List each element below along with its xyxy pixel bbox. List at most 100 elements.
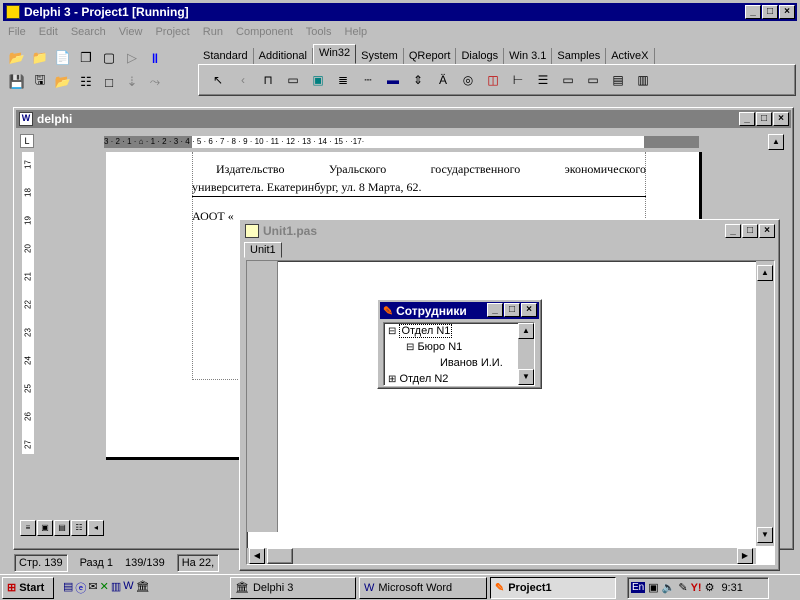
form-close-button[interactable]: × xyxy=(521,303,537,317)
open-file-icon[interactable]: 📁 xyxy=(29,48,51,68)
palette-tab-dialogs[interactable]: Dialogs xyxy=(456,48,505,64)
unit-maximize-button[interactable]: □ xyxy=(742,224,758,238)
palette-tab-qreport[interactable]: QReport xyxy=(404,48,457,64)
form-minimize-button[interactable]: _ xyxy=(487,303,503,317)
ide-titlebar[interactable]: Delphi 3 - Project1 [Running] _ □ × xyxy=(3,3,797,21)
editor-scroll-up-icon[interactable]: ▲ xyxy=(757,265,773,281)
unit-close-button[interactable]: × xyxy=(759,224,775,238)
task-delphi[interactable]: 🏛 Delphi 3 xyxy=(230,576,356,599)
run-icon[interactable]: ▷ xyxy=(121,48,143,68)
minimize-button[interactable]: _ xyxy=(745,5,761,19)
palette-tab-samples[interactable]: Samples xyxy=(552,48,607,64)
document-text[interactable]: Издательство Уральского государственного… xyxy=(192,160,646,225)
palette-tab-win32[interactable]: Win32 xyxy=(312,44,357,64)
save-all-icon[interactable]: 💾 xyxy=(6,72,28,92)
start-button[interactable]: ⊞ Start xyxy=(2,576,54,599)
pointer-icon[interactable]: ↖ xyxy=(207,69,229,91)
tree-node[interactable]: ⊟ Отдел N1 xyxy=(384,323,534,339)
form-titlebar[interactable]: ✎ Сотрудники _ □ × xyxy=(380,302,539,319)
step-over-icon[interactable]: ⤳ xyxy=(144,72,166,92)
datetimepicker-icon[interactable]: ◫ xyxy=(482,69,504,91)
open-project-icon[interactable]: 📂 xyxy=(6,48,28,68)
word-minimize-button[interactable]: _ xyxy=(739,112,755,126)
tree-node[interactable]: ⊞ Отдел N2 xyxy=(384,371,534,385)
close-button[interactable]: × xyxy=(779,5,795,19)
updown-icon[interactable]: ⇕ xyxy=(407,69,429,91)
vertical-ruler[interactable]: 17 18 19 20 21 22 23 24 25 26 27 xyxy=(22,152,34,454)
delphi-quick-icon[interactable]: 🏛 xyxy=(136,580,150,596)
palette-tab-standard[interactable]: Standard xyxy=(198,48,254,64)
headercontrol-icon[interactable]: ▭ xyxy=(557,69,579,91)
volume-icon[interactable]: 🔈 xyxy=(662,581,676,594)
hotkey-icon[interactable]: Ä xyxy=(432,69,454,91)
menu-file[interactable]: File xyxy=(8,26,26,38)
word-quick-icon[interactable]: W xyxy=(123,580,133,596)
collapse-icon[interactable]: ⊟ xyxy=(406,342,414,353)
word-vscrollbar[interactable]: ▲ xyxy=(768,134,786,154)
coolbar-icon[interactable]: ▥ xyxy=(632,69,654,91)
tree-node[interactable]: Иванов И.И. xyxy=(384,355,534,371)
page-layout-view-icon[interactable]: ▤ xyxy=(54,520,70,536)
tabcontrol-icon[interactable]: ⊓ xyxy=(257,69,279,91)
horizontal-ruler[interactable]: 3 · 2 · 1 · ⌂ · 1 · 2 · 3 · 4 · 5 · 6 · … xyxy=(104,136,699,148)
palette-tab-additional[interactable]: Additional xyxy=(254,48,313,64)
ruler-corner[interactable]: L xyxy=(20,134,34,148)
editor-scroll-down-icon[interactable]: ▼ xyxy=(757,527,773,543)
show-desktop-icon[interactable]: ▤ xyxy=(63,580,73,596)
menu-help[interactable]: Help xyxy=(345,26,368,38)
scroll-left-icon[interactable]: ◂ xyxy=(88,520,104,536)
form-maximize-button[interactable]: □ xyxy=(504,303,520,317)
word-titlebar[interactable]: W delphi _ □ × xyxy=(16,110,791,128)
listview-icon[interactable]: ☰ xyxy=(532,69,554,91)
palette-tab-system[interactable]: System xyxy=(356,48,404,64)
unit-minimize-button[interactable]: _ xyxy=(725,224,741,238)
editor-scroll-left-icon[interactable]: ◀ xyxy=(249,548,265,564)
add-file-icon[interactable]: 📂 xyxy=(52,72,74,92)
online-view-icon[interactable]: ▣ xyxy=(37,520,53,536)
imagelist-icon[interactable]: ▣ xyxy=(307,69,329,91)
employee-treeview[interactable]: ▲ ▼ ⊟ Отдел N1 ⊟ Бюро N1 Иванов И.И. ⊞ О… xyxy=(383,322,535,386)
outlook-icon[interactable]: ✉ xyxy=(88,580,97,596)
normal-view-icon[interactable]: ≡ xyxy=(20,520,36,536)
richedit-icon[interactable]: ≣ xyxy=(332,69,354,91)
select-form-icon[interactable]: □ xyxy=(98,72,120,92)
new-unit-icon[interactable]: ▢ xyxy=(98,48,120,68)
animate-icon[interactable]: ◎ xyxy=(457,69,479,91)
menu-search[interactable]: Search xyxy=(71,26,106,38)
scroll-left-icon[interactable]: ‹ xyxy=(232,69,254,91)
menu-tools[interactable]: Tools xyxy=(306,26,332,38)
unit-titlebar[interactable]: Unit1.pas _ □ × xyxy=(242,222,777,240)
trace-into-icon[interactable]: ⇣ xyxy=(121,72,143,92)
editor-scroll-right-icon[interactable]: ▶ xyxy=(737,548,753,564)
yahoo-icon[interactable]: Y! xyxy=(691,582,702,594)
monitor-icon[interactable]: ▣ xyxy=(648,581,658,594)
word-close-button[interactable]: × xyxy=(773,112,789,126)
task-project1[interactable]: ✎ Project1 xyxy=(490,576,616,599)
menu-view[interactable]: View xyxy=(119,26,143,38)
toggle-form-unit-icon[interactable]: ❐ xyxy=(75,48,97,68)
tool-icon[interactable]: ✎ xyxy=(678,581,687,594)
task-word[interactable]: W Microsoft Word xyxy=(359,576,487,599)
menu-run[interactable]: Run xyxy=(203,26,223,38)
save-icon[interactable]: 🖫 xyxy=(29,72,51,92)
menu-edit[interactable]: Edit xyxy=(39,26,58,38)
tree-node[interactable]: ⊟ Бюро N1 xyxy=(384,339,534,355)
collapse-icon[interactable]: ⊟ xyxy=(388,326,396,337)
statusbar-icon[interactable]: ▭ xyxy=(582,69,604,91)
excel-icon[interactable]: ✕ xyxy=(100,580,109,596)
ie-icon[interactable]: ⓔ xyxy=(75,580,86,596)
books-icon[interactable]: ▥ xyxy=(111,580,121,596)
pagecontrol-icon[interactable]: ▭ xyxy=(282,69,304,91)
editor-hscroll-thumb[interactable] xyxy=(267,548,293,564)
trackbar-icon[interactable]: ┄ xyxy=(357,69,379,91)
editor-hscrollbar[interactable]: ◀ ▶ xyxy=(247,548,756,564)
palette-tab-win31[interactable]: Win 3.1 xyxy=(504,48,553,64)
outline-view-icon[interactable]: ☷ xyxy=(71,520,87,536)
unit-tab[interactable]: Unit1 xyxy=(244,242,282,258)
pause-icon[interactable]: ‖ xyxy=(144,48,166,68)
palette-tab-activex[interactable]: ActiveX xyxy=(606,48,655,64)
menu-project[interactable]: Project xyxy=(155,26,189,38)
word-maximize-button[interactable]: □ xyxy=(756,112,772,126)
language-indicator[interactable]: En xyxy=(631,582,646,593)
select-unit-icon[interactable]: ☷ xyxy=(75,72,97,92)
